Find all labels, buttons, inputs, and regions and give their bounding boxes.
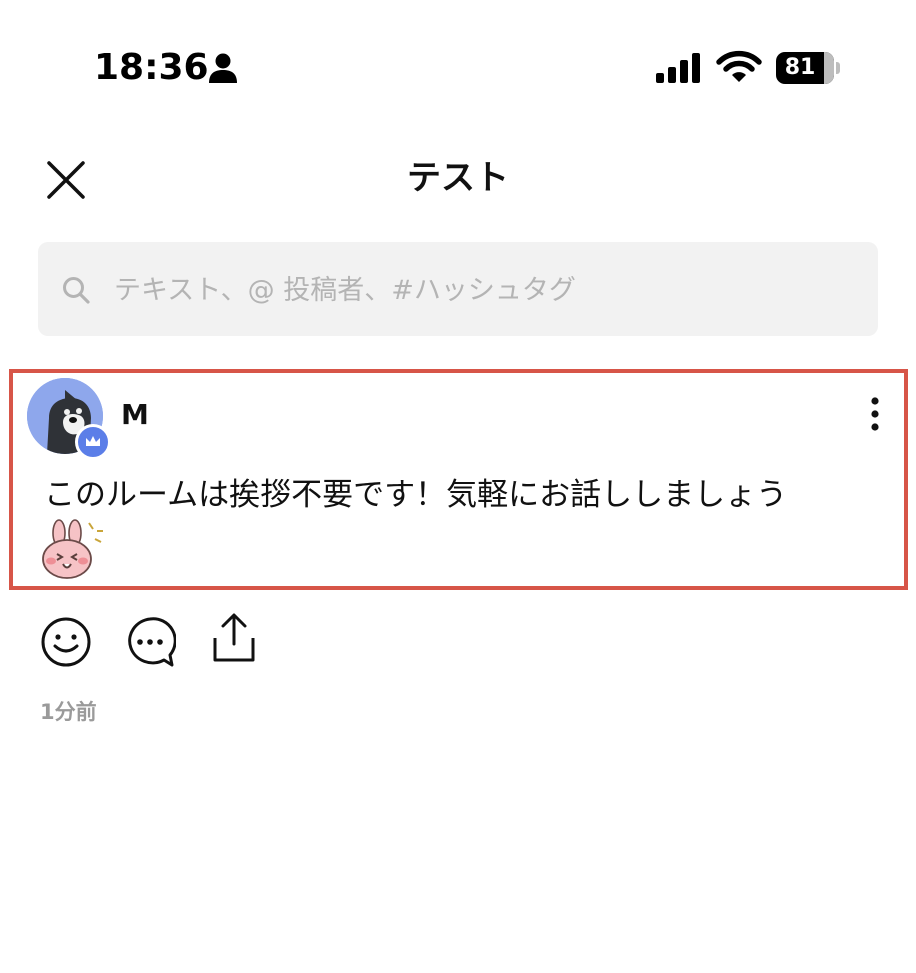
comment-icon[interactable] (124, 616, 176, 668)
bunny-sticker-icon (42, 519, 103, 579)
search-bar[interactable] (38, 242, 878, 336)
battery-indicator: 81 (776, 52, 840, 84)
post-author[interactable]: M (121, 397, 149, 433)
share-icon[interactable] (210, 612, 258, 664)
crown-icon (86, 436, 100, 446)
post-body: このルームは挨拶不要です！気軽にお話ししましょう (44, 477, 788, 513)
more-vertical-icon[interactable] (865, 395, 885, 435)
person-icon (209, 53, 237, 83)
status-time: 18:36 (94, 47, 209, 88)
post-card[interactable]: M このルームは挨拶不要です！気軽にお話ししましょう (9, 369, 908, 590)
search-input[interactable] (112, 264, 856, 316)
wifi-icon (716, 50, 762, 82)
admin-crown-badge (75, 424, 111, 460)
page-title: テスト (407, 158, 509, 198)
smile-icon[interactable] (40, 616, 92, 668)
post-timestamp: 1分前 (40, 700, 97, 724)
search-icon (63, 277, 90, 304)
battery-level: 81 (784, 55, 816, 80)
cellular-signal-icon (656, 53, 700, 83)
